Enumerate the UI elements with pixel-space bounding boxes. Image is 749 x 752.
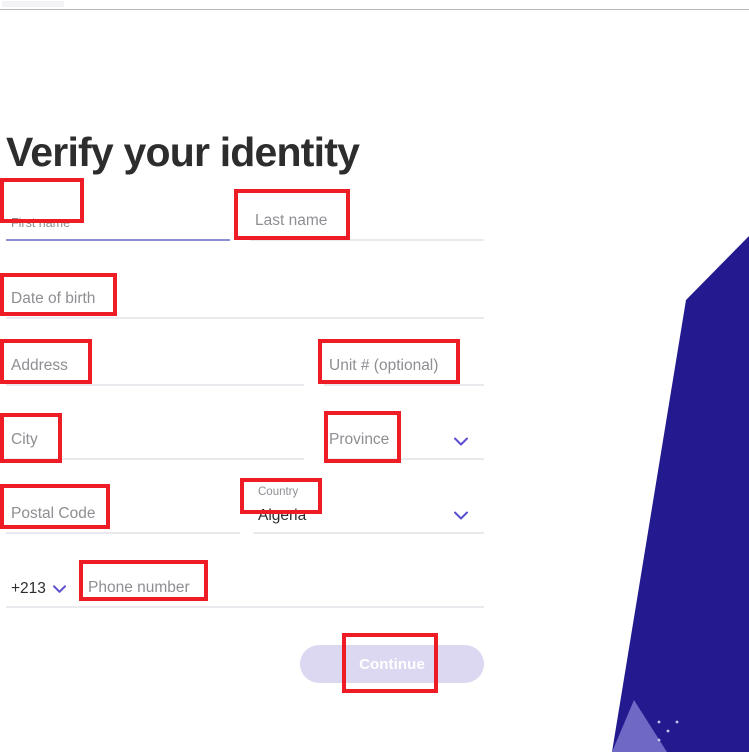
city-field[interactable]: City <box>6 414 304 460</box>
date-of-birth-field[interactable]: Date of birth <box>6 273 484 319</box>
phone-country-code-value: +213 <box>11 580 46 597</box>
first-name-field[interactable]: First name <box>6 195 230 241</box>
postal-code-placeholder: Postal Code <box>11 505 96 522</box>
decorative-dot-4 <box>675 720 679 724</box>
decorative-dot-1 <box>657 720 661 724</box>
country-value: Algeria <box>258 507 307 524</box>
phone-number-placeholder: Phone number <box>88 579 190 596</box>
country-select[interactable]: Country Algeria <box>253 486 484 534</box>
decorative-light-purple-wedge <box>612 700 667 752</box>
phone-country-code-select[interactable]: +213 <box>11 580 66 598</box>
decorative-dot-2 <box>666 729 670 733</box>
identity-form: Verify your identity First name Last nam… <box>0 10 500 752</box>
unit-underline <box>324 384 484 386</box>
top-chrome-ghost-text <box>2 1 64 7</box>
unit-placeholder: Unit # (optional) <box>329 357 439 374</box>
phone-row: +213 Phone number <box>6 562 484 608</box>
continue-button[interactable]: Continue <box>300 645 484 683</box>
last-name-underline <box>250 239 484 241</box>
country-underline <box>253 532 484 534</box>
decorative-blue-shape-svg <box>612 236 749 752</box>
chevron-down-icon[interactable] <box>454 511 468 520</box>
top-chrome-strip <box>0 0 749 10</box>
first-name-placeholder: First name <box>11 216 71 230</box>
first-name-underline <box>6 239 230 241</box>
phone-underline <box>6 606 484 608</box>
last-name-placeholder: Last name <box>255 212 328 229</box>
city-placeholder: City <box>11 431 38 448</box>
city-underline <box>6 458 304 460</box>
address-placeholder: Address <box>11 357 68 374</box>
province-placeholder: Province <box>329 431 390 448</box>
province-underline <box>324 458 484 460</box>
decorative-blue-graphic <box>589 0 749 752</box>
unit-field[interactable]: Unit # (optional) <box>324 340 484 386</box>
postal-code-underline <box>6 532 240 534</box>
address-underline <box>6 384 304 386</box>
decorative-dot-3 <box>657 738 661 742</box>
chevron-down-icon[interactable] <box>52 585 66 593</box>
date-of-birth-placeholder: Date of birth <box>11 290 96 307</box>
page-title: Verify your identity <box>6 129 360 175</box>
chevron-down-icon[interactable] <box>454 437 468 446</box>
last-name-field[interactable]: Last name <box>250 195 484 241</box>
province-select[interactable]: Province <box>324 414 484 460</box>
postal-code-field[interactable]: Postal Code <box>6 488 240 534</box>
verify-identity-page: Verify your identity First name Last nam… <box>0 0 749 752</box>
country-label: Country <box>258 486 299 498</box>
date-of-birth-underline <box>6 317 484 319</box>
address-field[interactable]: Address <box>6 340 304 386</box>
decorative-blue-polygon <box>612 236 749 752</box>
